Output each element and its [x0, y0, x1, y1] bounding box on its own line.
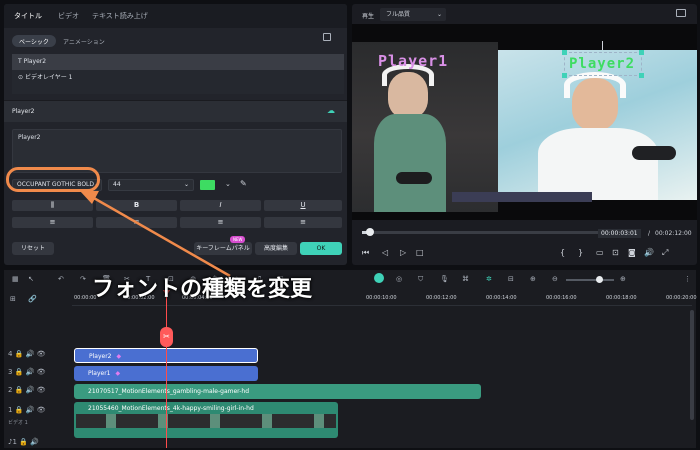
annotation-arrow	[80, 191, 231, 278]
arrow-line	[91, 195, 231, 278]
arrow-head	[80, 191, 99, 204]
annotation-caption: フォントの種類を変更	[92, 277, 313, 302]
